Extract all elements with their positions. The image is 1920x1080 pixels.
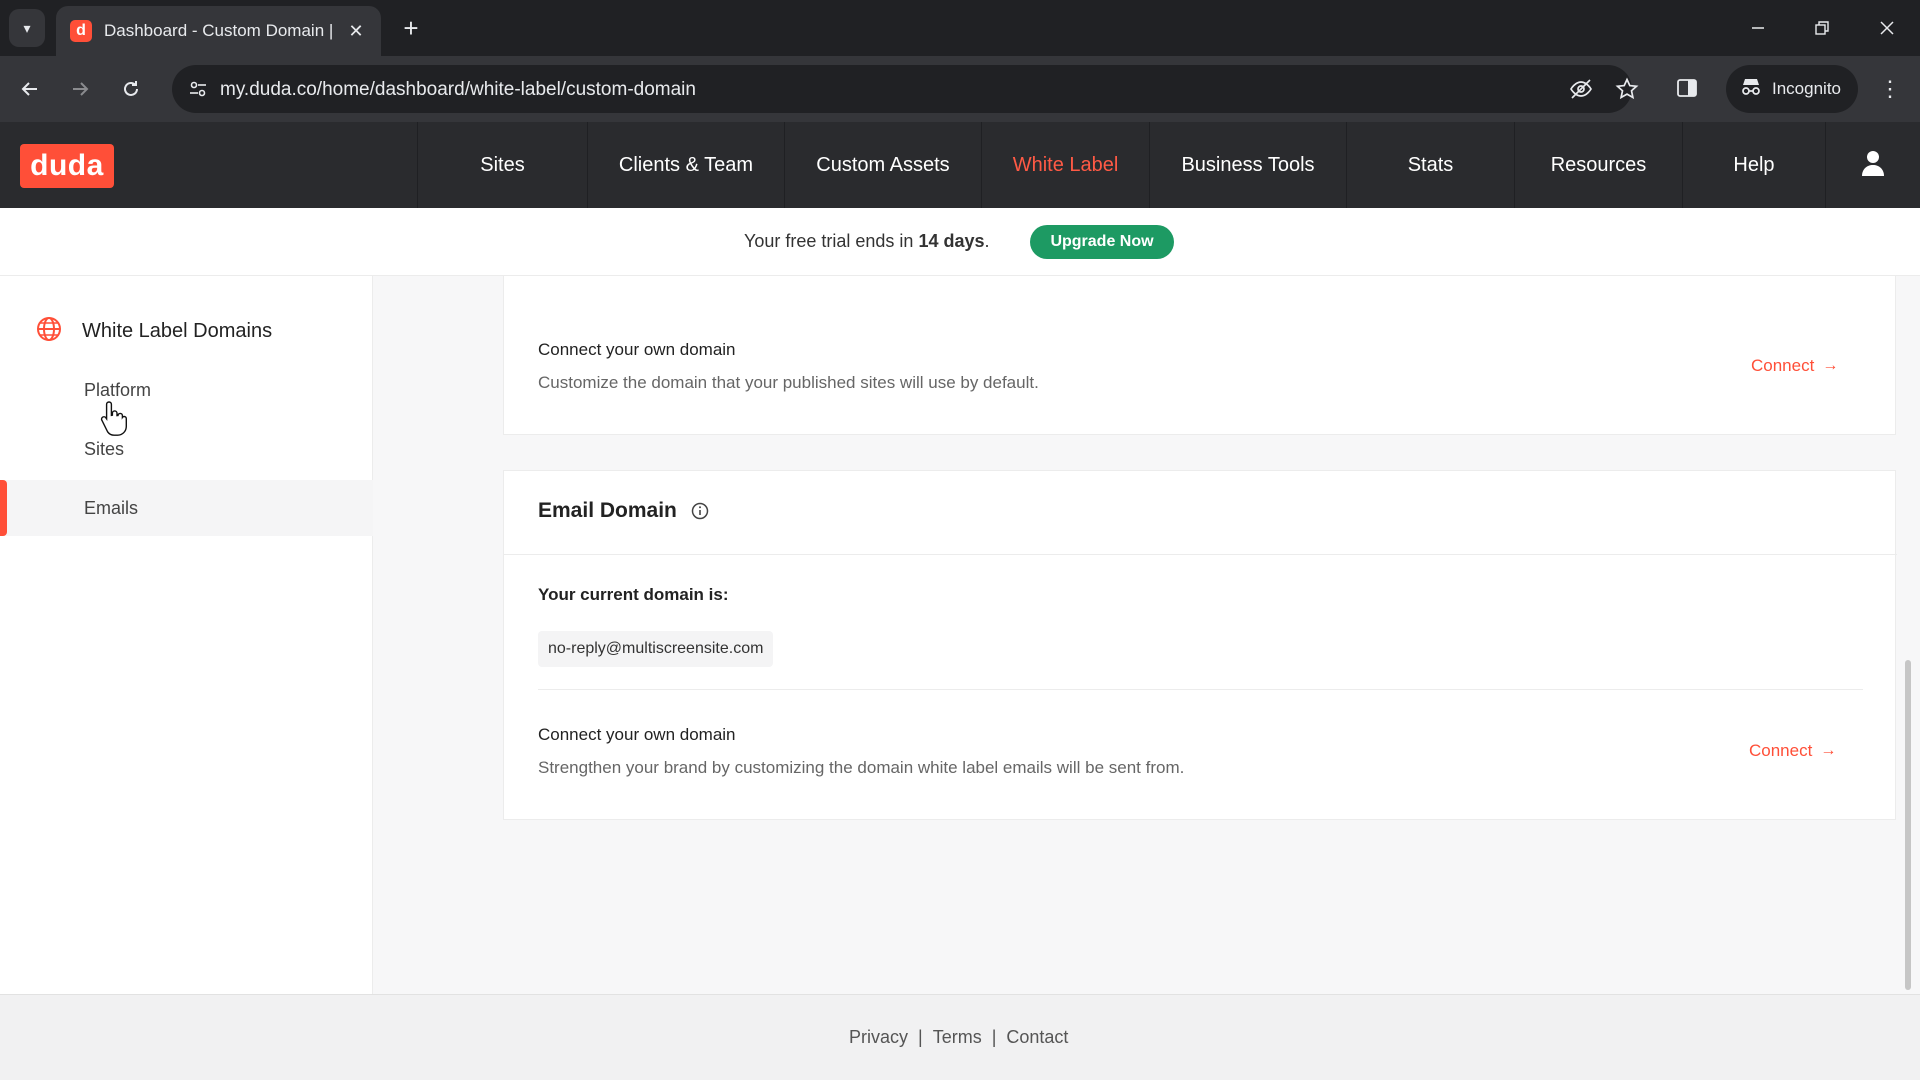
tab-close-icon[interactable]: ✕ bbox=[345, 21, 367, 42]
nav-custom-assets[interactable]: Custom Assets bbox=[784, 122, 981, 208]
email-domain-title-text: Email Domain bbox=[538, 499, 677, 522]
nav-resources[interactable]: Resources bbox=[1514, 122, 1682, 208]
minimize-icon[interactable] bbox=[1736, 8, 1780, 48]
back-arrow-icon[interactable] bbox=[12, 71, 48, 107]
sidebar-item-platform[interactable]: Platform bbox=[0, 362, 373, 418]
sidebar-heading-label: White Label Domains bbox=[82, 320, 273, 342]
email-connect-link[interactable]: Connect → bbox=[1749, 741, 1836, 761]
trial-message: Your free trial ends in 14 days. bbox=[744, 231, 990, 252]
browser-tab-bar: ▾ d Dashboard - Custom Domain | ✕ + bbox=[0, 0, 1920, 56]
nav-clients-team[interactable]: Clients & Team bbox=[587, 122, 784, 208]
restore-window-icon[interactable] bbox=[1800, 8, 1844, 48]
hand-pointer-cursor-icon bbox=[100, 400, 130, 436]
tab-search-chevron-icon[interactable]: ▾ bbox=[9, 9, 45, 47]
footer-links: Privacy | Terms | Contact bbox=[849, 1027, 1068, 1048]
privacy-link[interactable]: Privacy bbox=[849, 1027, 908, 1048]
site-connect-label: Connect bbox=[1751, 356, 1815, 375]
nav-help[interactable]: Help bbox=[1682, 122, 1825, 208]
email-domain-title: Email Domain bbox=[538, 499, 709, 523]
email-domain-body: Your current domain is: no-reply@multisc… bbox=[504, 555, 1897, 820]
sidebar-item-emails[interactable]: Emails bbox=[0, 480, 373, 536]
side-panel-icon[interactable] bbox=[1675, 76, 1701, 102]
browser-menu-kebab-icon[interactable]: ⋮ bbox=[1876, 73, 1904, 105]
current-domain-value: no-reply@multiscreensite.com bbox=[538, 631, 774, 667]
site-connect-link[interactable]: Connect → bbox=[1751, 356, 1838, 376]
contact-link[interactable]: Contact bbox=[1006, 1027, 1068, 1048]
eye-slash-icon[interactable] bbox=[1568, 76, 1594, 102]
main-nav: Sites Clients & Team Custom Assets White… bbox=[417, 122, 1825, 208]
user-icon bbox=[1861, 150, 1885, 181]
user-account-button[interactable] bbox=[1825, 122, 1920, 208]
close-window-icon[interactable] bbox=[1865, 8, 1909, 48]
site-domain-card: Connect your own domain Customize the do… bbox=[503, 276, 1896, 435]
terms-link[interactable]: Terms bbox=[933, 1027, 982, 1048]
app-top-nav: duda Sites Clients & Team Custom Assets … bbox=[0, 122, 1920, 208]
arrow-right-icon: → bbox=[1822, 357, 1839, 374]
new-tab-plus-icon[interactable]: + bbox=[395, 10, 427, 46]
current-domain-label: Your current domain is: bbox=[538, 585, 729, 604]
duda-favicon-icon: d bbox=[70, 20, 92, 42]
sidebar-item-sites[interactable]: Sites bbox=[0, 421, 373, 477]
nav-white-label[interactable]: White Label bbox=[981, 122, 1149, 208]
page-scrollbar[interactable] bbox=[1905, 660, 1911, 990]
site-info-tune-icon[interactable] bbox=[186, 77, 210, 101]
footer-separator: | bbox=[918, 1027, 923, 1047]
incognito-label: Incognito bbox=[1772, 79, 1841, 98]
trial-text-before: Your free trial ends in bbox=[744, 231, 919, 251]
nav-sites[interactable]: Sites bbox=[417, 122, 587, 208]
email-connect-subtitle: Strengthen your brand by customizing the… bbox=[538, 758, 1185, 777]
incognito-icon bbox=[1740, 77, 1762, 102]
trial-text-after: . bbox=[984, 231, 990, 251]
footer-separator: | bbox=[991, 1027, 997, 1047]
tab-title: Dashboard - Custom Domain | bbox=[104, 21, 334, 40]
sidebar-heading[interactable]: White Label Domains bbox=[36, 316, 272, 347]
footer: Privacy | Terms | Contact bbox=[0, 994, 1920, 1080]
duda-logo[interactable]: duda bbox=[20, 144, 114, 188]
email-connect-label: Connect bbox=[1749, 741, 1813, 760]
url-text[interactable]: my.duda.co/home/dashboard/white-label/cu… bbox=[220, 79, 696, 101]
arrow-right-icon: → bbox=[1820, 742, 1837, 759]
browser-toolbar: my.duda.co/home/dashboard/white-label/cu… bbox=[0, 56, 1920, 122]
nav-stats[interactable]: Stats bbox=[1346, 122, 1514, 208]
info-icon[interactable] bbox=[691, 502, 709, 520]
address-bar[interactable]: my.duda.co/home/dashboard/white-label/cu… bbox=[172, 65, 1639, 113]
incognito-badge[interactable]: Incognito bbox=[1726, 65, 1858, 113]
trial-days: 14 days bbox=[918, 231, 985, 251]
reload-icon[interactable] bbox=[113, 71, 149, 107]
sidebar: White Label Domains Platform Sites Email… bbox=[0, 276, 373, 994]
site-connect-subtitle: Customize the domain that your published… bbox=[538, 373, 1039, 392]
nav-business-tools[interactable]: Business Tools bbox=[1149, 122, 1346, 208]
email-connect-title: Connect your own domain bbox=[538, 725, 736, 744]
globe-icon bbox=[36, 316, 62, 347]
trial-banner: Your free trial ends in 14 days. bbox=[0, 208, 1920, 276]
bookmark-star-icon[interactable] bbox=[1614, 76, 1640, 102]
upgrade-now-button[interactable]: Upgrade Now bbox=[1030, 225, 1174, 259]
email-card-inner-divider bbox=[538, 689, 1863, 690]
browser-tab[interactable]: d Dashboard - Custom Domain | ✕ bbox=[56, 6, 381, 56]
forward-arrow-icon[interactable] bbox=[62, 71, 98, 107]
email-domain-card: Email Domain Your current domain is: no-… bbox=[503, 470, 1897, 820]
site-connect-title: Connect your own domain bbox=[538, 340, 736, 359]
